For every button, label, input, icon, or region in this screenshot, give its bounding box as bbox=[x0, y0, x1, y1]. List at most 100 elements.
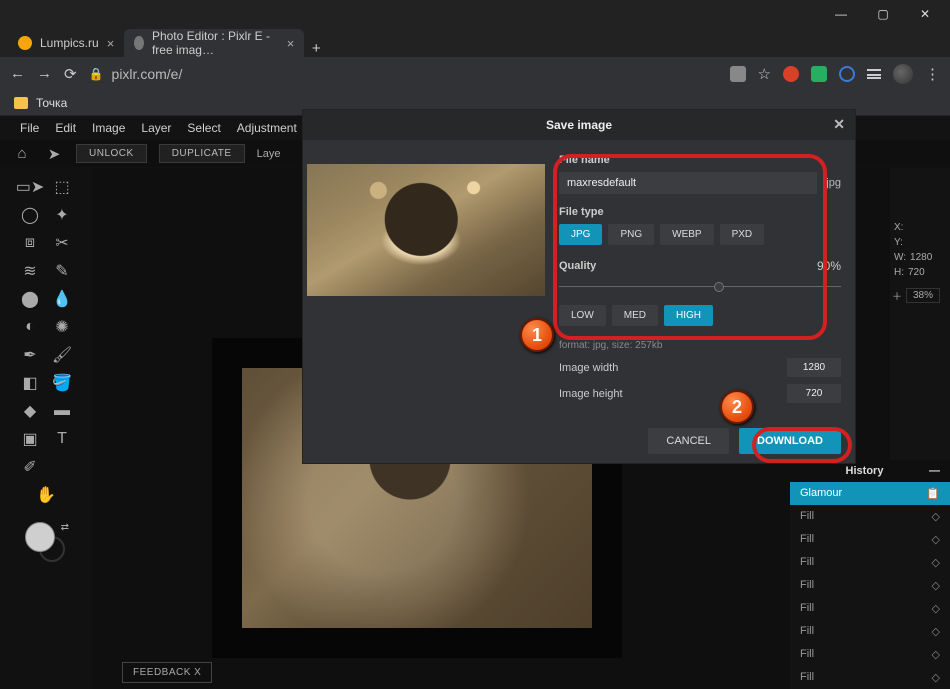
pen-tool-icon[interactable]: ✒ bbox=[19, 344, 41, 366]
dodge-tool-icon[interactable]: ◐ bbox=[19, 316, 41, 338]
filetype-pxd[interactable]: PXD bbox=[720, 224, 765, 245]
cut-tool-icon[interactable]: ✂ bbox=[51, 232, 73, 254]
swap-colors-icon[interactable]: ⇄ bbox=[61, 522, 69, 533]
annotation-badge-2: 2 bbox=[720, 390, 754, 424]
feedback-button[interactable]: FEEDBACK X bbox=[122, 662, 212, 683]
crop-tool-icon[interactable]: ⧈ bbox=[19, 232, 41, 254]
browser-tab-pixlr[interactable]: Photo Editor : Pixlr E - free imag… × bbox=[124, 29, 304, 57]
frame-tool-icon[interactable]: ▣ bbox=[19, 428, 41, 450]
history-item[interactable]: Fill◇ bbox=[790, 574, 950, 597]
menu-select[interactable]: Select bbox=[187, 121, 220, 135]
menu-dots-icon[interactable]: ⋮ bbox=[925, 65, 940, 83]
history-item[interactable]: Fill◇ bbox=[790, 505, 950, 528]
nav-reload-icon[interactable]: ⟳ bbox=[64, 65, 77, 83]
history-item[interactable]: Fill◇ bbox=[790, 597, 950, 620]
gradient-tool-icon[interactable]: ◆ bbox=[19, 400, 41, 422]
quality-med[interactable]: MED bbox=[612, 305, 658, 326]
filetype-webp[interactable]: WEBP bbox=[660, 224, 713, 245]
extension-green-icon[interactable] bbox=[811, 66, 827, 82]
filetype-label: File type bbox=[559, 206, 841, 218]
menu-edit[interactable]: Edit bbox=[55, 121, 76, 135]
home-icon[interactable]: ⌂ bbox=[12, 145, 32, 162]
menu-file[interactable]: File bbox=[20, 121, 39, 135]
filetype-png[interactable]: PNG bbox=[608, 224, 654, 245]
eraser-tool-icon[interactable]: ◧ bbox=[19, 372, 41, 394]
cancel-button[interactable]: CANCEL bbox=[648, 428, 729, 454]
text-tool-icon[interactable]: T bbox=[51, 428, 73, 450]
bookmark-star-icon[interactable]: ☆ bbox=[758, 65, 771, 83]
tab-close-icon[interactable]: × bbox=[107, 36, 115, 51]
image-height-input[interactable]: 720 bbox=[787, 384, 841, 403]
history-item[interactable]: Fill◇ bbox=[790, 620, 950, 643]
front-color-swatch[interactable] bbox=[25, 522, 55, 552]
menu-layer[interactable]: Layer bbox=[141, 121, 171, 135]
window-close-button[interactable]: ✕ bbox=[904, 2, 946, 26]
zoom-tool-icon[interactable] bbox=[51, 456, 73, 478]
history-item[interactable]: Fill◇ bbox=[790, 666, 950, 689]
quality-value: 90% bbox=[817, 259, 841, 273]
history-item[interactable]: Fill◇ bbox=[790, 528, 950, 551]
filetype-jpg[interactable]: JPG bbox=[559, 224, 602, 245]
nav-forward-icon[interactable]: → bbox=[37, 65, 52, 82]
history-title: History bbox=[846, 465, 884, 477]
move-tool-icon[interactable]: ▭➤ bbox=[19, 176, 41, 198]
tool-panel: ▭➤ ⬚ ◯ ✦ ⧈ ✂ ≋ ✎ ⬤ 💧 ◐ ✺ ✒ 🖌 ◧ 🪣 ◆ ▬ ▣ T ✐ ✋ ⇄ bbox=[0, 168, 92, 689]
history-item-glamour[interactable]: Glamour📋 bbox=[790, 482, 950, 505]
right-panel: X: Y: W:1280 H:720 ＋ 38% History — Glamo… bbox=[890, 168, 950, 689]
copy-icon: 📋 bbox=[926, 487, 940, 500]
slider-thumb-icon[interactable] bbox=[714, 282, 724, 292]
translate-icon[interactable] bbox=[730, 66, 746, 82]
image-width-input[interactable]: 1280 bbox=[787, 358, 841, 377]
menu-image[interactable]: Image bbox=[92, 121, 125, 135]
new-tab-button[interactable]: + bbox=[304, 40, 328, 57]
liquify-tool-icon[interactable]: ≋ bbox=[19, 260, 41, 282]
marquee-tool-icon[interactable]: ⬚ bbox=[51, 176, 73, 198]
reading-list-icon[interactable] bbox=[867, 69, 881, 79]
quality-high[interactable]: HIGH bbox=[664, 305, 713, 326]
unlock-button[interactable]: UNLOCK bbox=[76, 144, 147, 163]
brush-tool-icon[interactable]: 🖌 bbox=[51, 344, 73, 366]
tab-close-icon[interactable]: × bbox=[287, 36, 295, 51]
wand-tool-icon[interactable]: ✦ bbox=[51, 204, 73, 226]
lasso-tool-icon[interactable]: ◯ bbox=[19, 204, 41, 226]
download-button[interactable]: DOWNLOAD bbox=[739, 428, 841, 454]
blur-tool-icon[interactable]: 💧 bbox=[51, 288, 73, 310]
tab-title: Lumpics.ru bbox=[40, 36, 99, 50]
zoom-in-icon[interactable]: ＋ bbox=[892, 288, 902, 303]
save-preview-image bbox=[307, 164, 545, 296]
extension-blue-icon[interactable] bbox=[839, 66, 855, 82]
filename-input[interactable] bbox=[559, 172, 817, 194]
nav-back-icon[interactable]: ← bbox=[10, 65, 25, 82]
save-image-dialog: Save image ✕ File name .jpg File type JP… bbox=[303, 110, 855, 463]
menu-adjust[interactable]: Adjustment bbox=[237, 121, 297, 135]
address-field[interactable]: 🔒 pixlr.com/e/ bbox=[89, 66, 718, 82]
profile-avatar[interactable] bbox=[893, 64, 913, 84]
fill-tool-icon[interactable]: 🪣 bbox=[51, 372, 73, 394]
filename-label: File name bbox=[559, 154, 841, 166]
shape-tool-icon[interactable]: ▬ bbox=[51, 400, 73, 422]
extension-opera-icon[interactable] bbox=[783, 66, 799, 82]
hand-tool-icon[interactable]: ✋ bbox=[35, 484, 57, 506]
color-picker[interactable]: ⇄ bbox=[23, 522, 69, 562]
lock-icon: 🔒 bbox=[89, 67, 104, 81]
sponge-tool-icon[interactable]: ✺ bbox=[51, 316, 73, 338]
browser-tab-lumpics[interactable]: Lumpics.ru × bbox=[8, 29, 124, 57]
quality-slider[interactable] bbox=[559, 281, 841, 293]
history-item[interactable]: Fill◇ bbox=[790, 643, 950, 666]
annotation-badge-1: 1 bbox=[520, 318, 554, 352]
clone-tool-icon[interactable]: ⬤ bbox=[19, 288, 41, 310]
quality-label: Quality bbox=[559, 260, 596, 272]
duplicate-button[interactable]: DUPLICATE bbox=[159, 144, 245, 163]
heal-tool-icon[interactable]: ✎ bbox=[51, 260, 73, 282]
dialog-close-icon[interactable]: ✕ bbox=[833, 116, 845, 133]
bookmark-label[interactable]: Точка bbox=[36, 96, 67, 110]
window-minimize-button[interactable]: — bbox=[820, 2, 862, 26]
window-maximize-button[interactable]: ▢ bbox=[862, 2, 904, 26]
eyedropper-tool-icon[interactable]: ✐ bbox=[19, 456, 41, 478]
quality-low[interactable]: LOW bbox=[559, 305, 606, 326]
minimize-icon[interactable]: — bbox=[929, 465, 940, 477]
zoom-control[interactable]: ＋ 38% bbox=[892, 288, 940, 303]
cursor-icon[interactable]: ➤ bbox=[44, 145, 64, 163]
history-item[interactable]: Fill◇ bbox=[790, 551, 950, 574]
favicon-icon bbox=[134, 36, 144, 50]
